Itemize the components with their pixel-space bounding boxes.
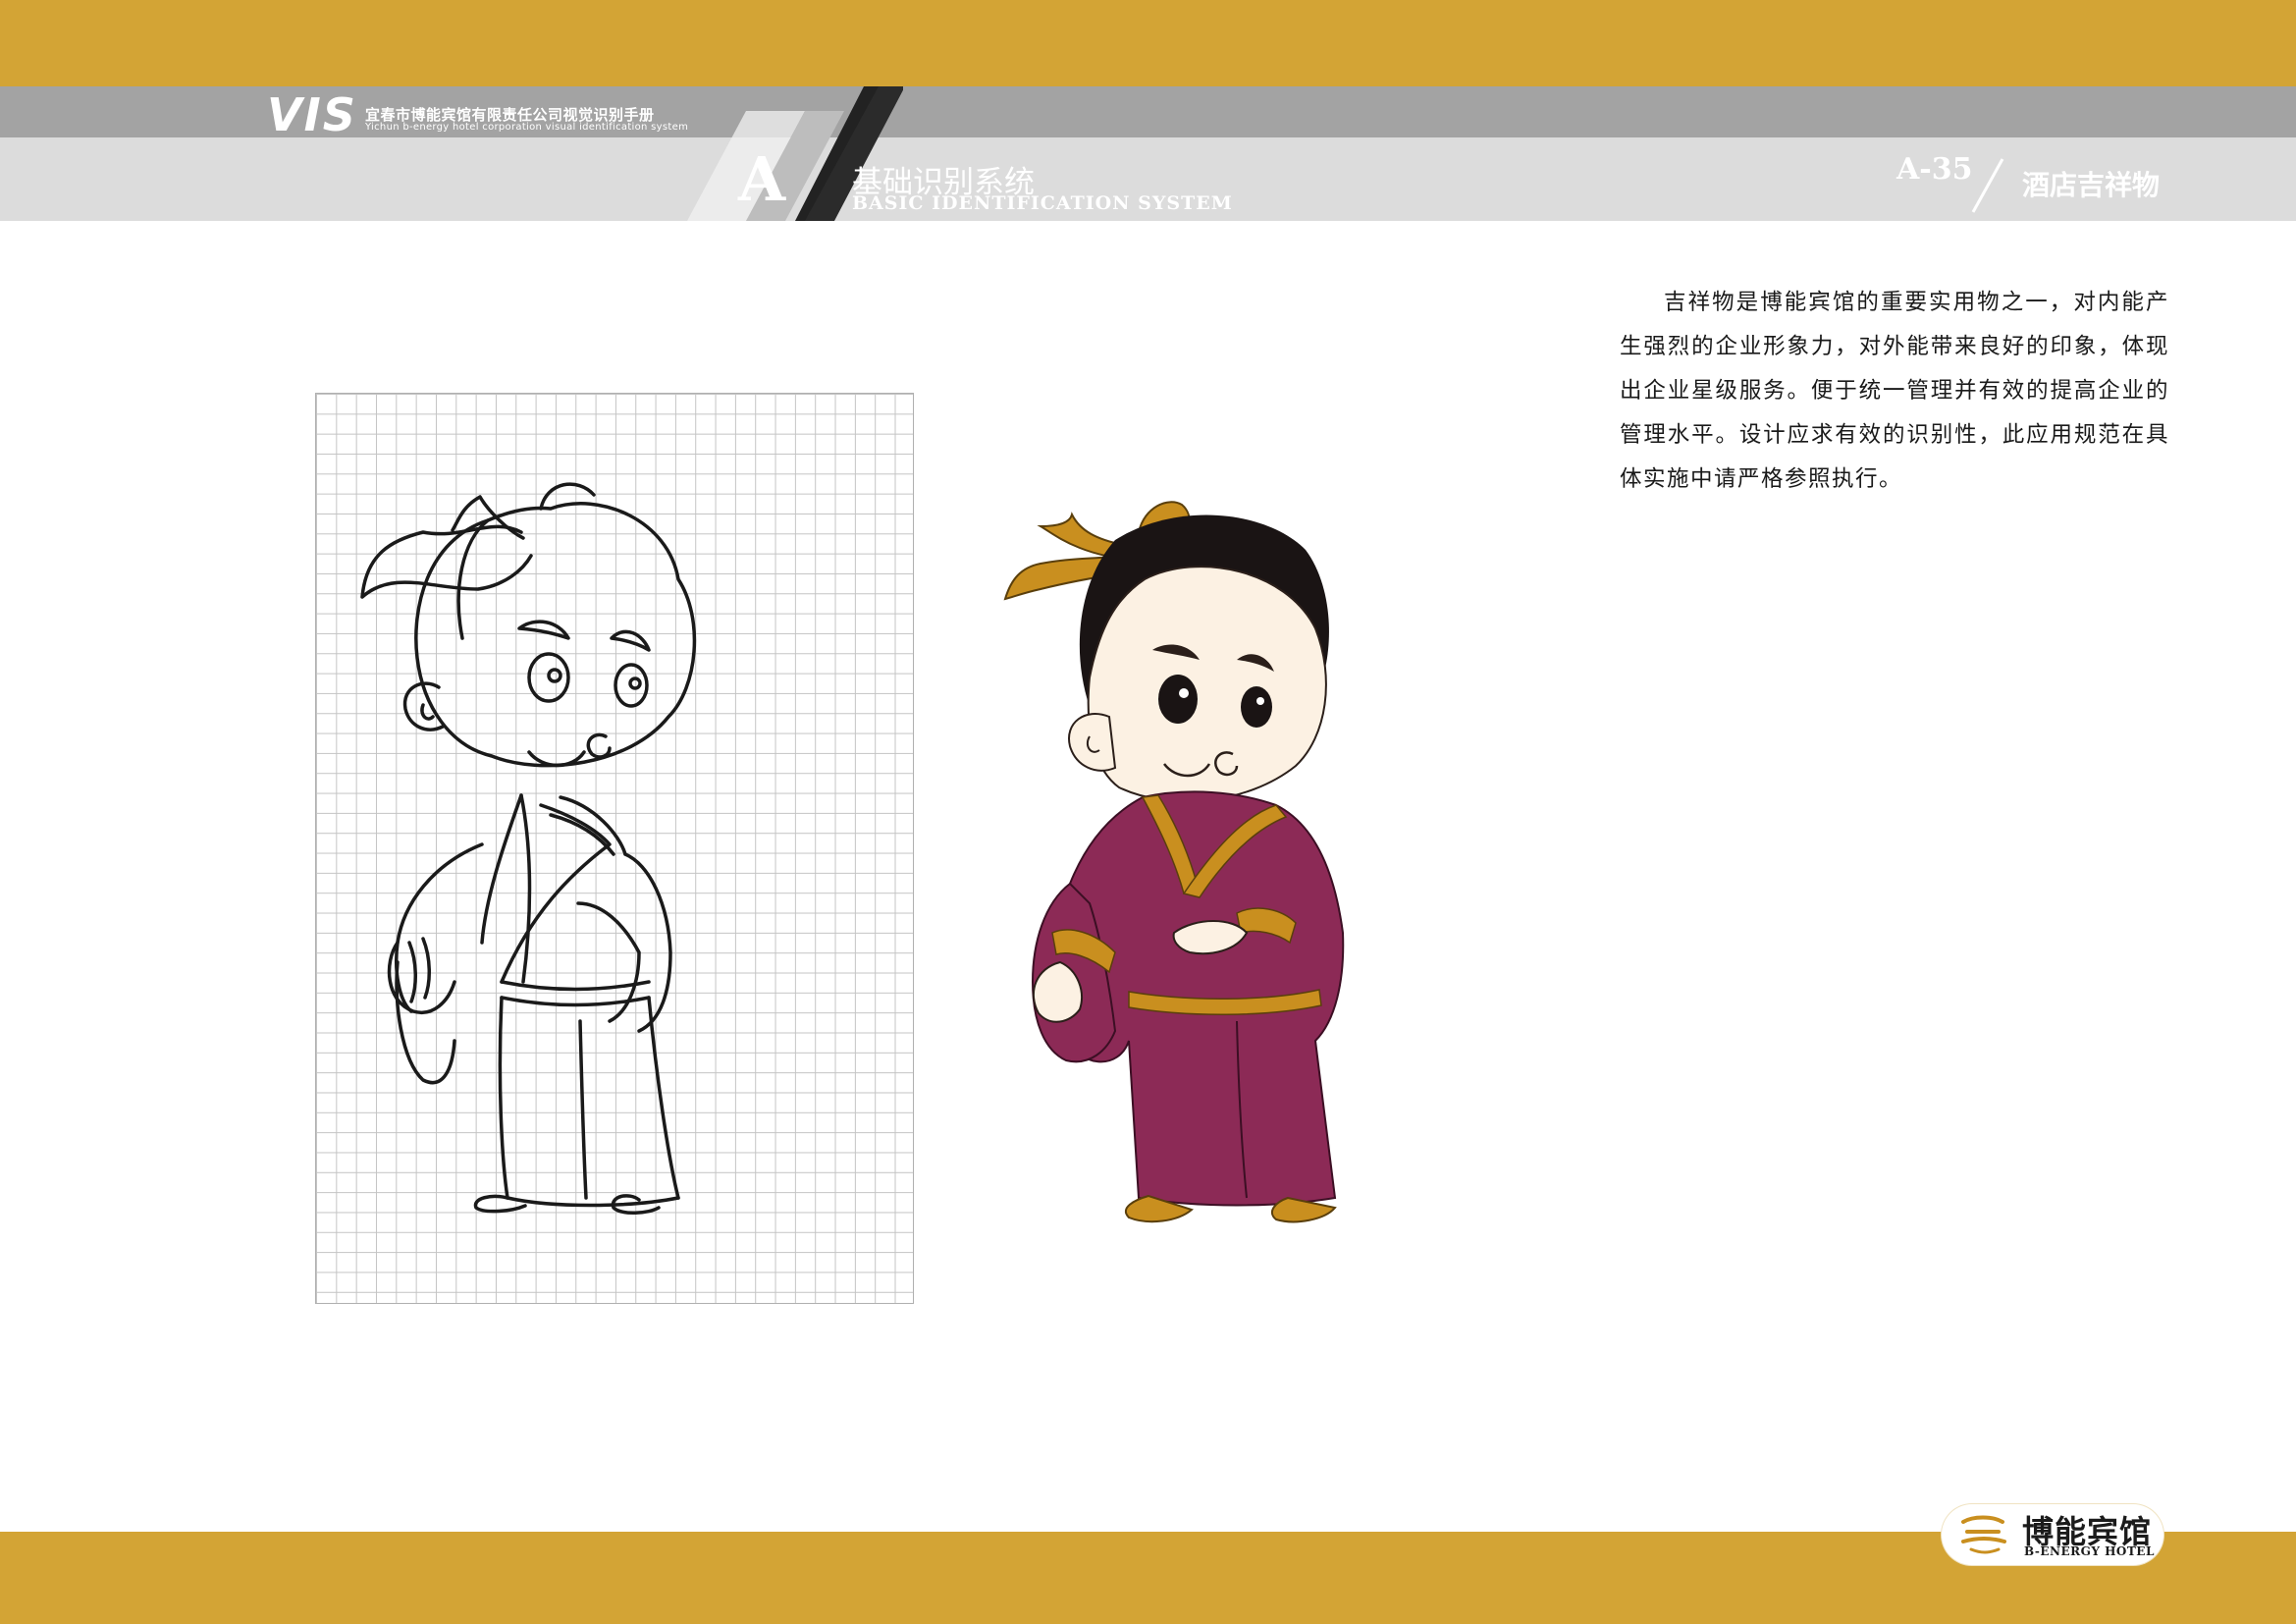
hotel-name-en: B-ENERGY HOTEL <box>2024 1544 2155 1558</box>
mascot-color <box>1003 501 1345 1223</box>
page-divider-slash <box>1971 158 2004 213</box>
section-title-en: BASIC IDENTIFICATION SYSTEM <box>852 192 1233 214</box>
mascot-line-art <box>360 482 697 1215</box>
section-letter: A <box>738 143 786 215</box>
vis-mark: VIS <box>267 88 357 141</box>
top-gold-band <box>0 0 2296 86</box>
b-energy-emblem-icon <box>1961 1515 2006 1554</box>
intro-paragraph: 吉祥物是博能宾馆的重要实用物之一，对内能产生强烈的企业形象力，对外能带来良好的印… <box>1620 290 2169 492</box>
manual-title-en: Yichun b-energy hotel corporation visual… <box>365 122 689 133</box>
page-topic: 酒店吉祥物 <box>2022 169 2161 201</box>
page-number: A-35 <box>1896 152 1973 187</box>
